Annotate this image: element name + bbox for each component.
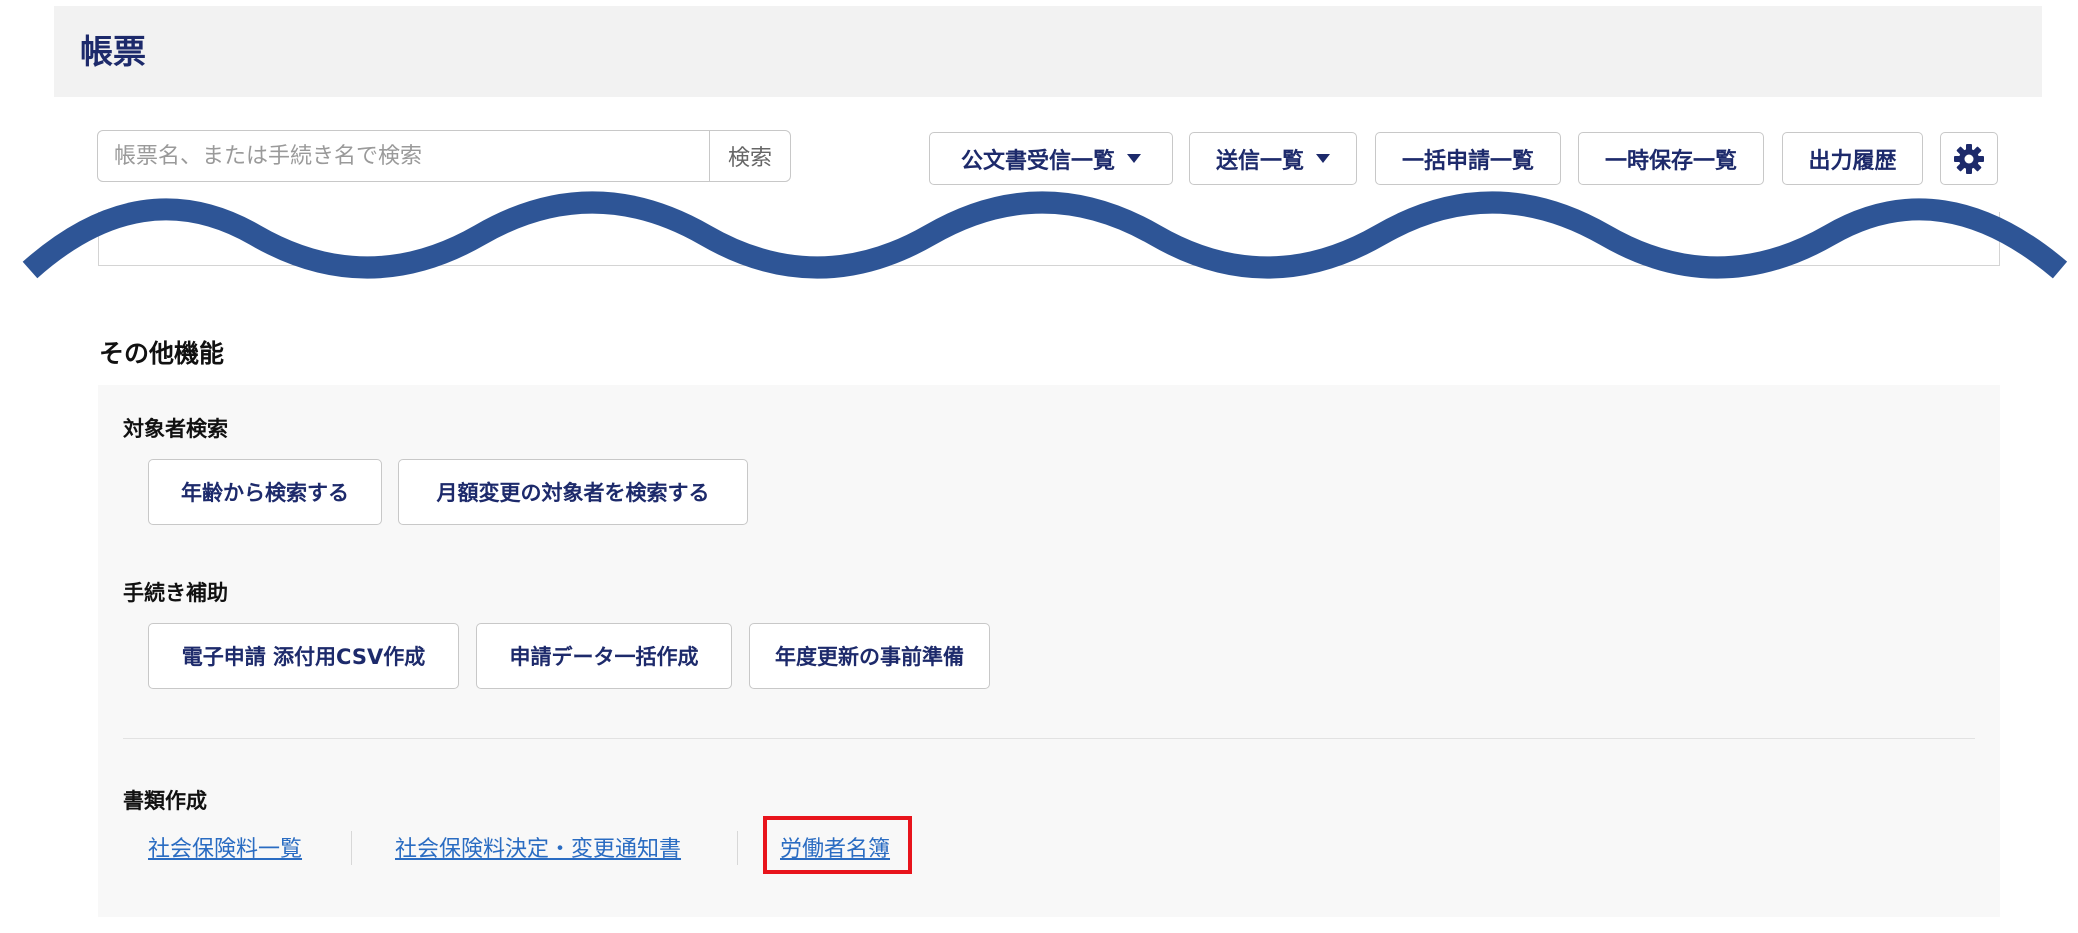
search-bar: 検索 [97,130,791,182]
caret-down-icon [1316,154,1330,163]
target-search-label: 対象者検索 [123,417,228,441]
wave-cut-decoration [22,191,2068,279]
link-separator [737,831,738,865]
output-history-label: 出力履歴 [1808,148,1897,174]
procedure-support-label: 手続き補助 [123,581,228,605]
other-functions-title: その他機能 [99,339,225,368]
section-divider [123,738,1975,739]
page-title: 帳票 [80,32,146,71]
document-creation-label: 書類作成 [123,789,207,813]
search-monthly-change-button[interactable]: 月額変更の対象者を検索する [398,459,748,525]
gear-icon [1954,143,1984,174]
output-history-button[interactable]: 出力履歴 [1782,132,1923,185]
page-header: 帳票 [54,6,2042,97]
sent-list-label: 送信一覧 [1215,148,1304,174]
caret-down-icon [1127,154,1141,163]
bulk-applications-label: 一括申請一覧 [1401,148,1534,174]
bulk-applications-button[interactable]: 一括申請一覧 [1375,132,1561,185]
bulk-application-data-button[interactable]: 申請データ一括作成 [476,623,732,689]
e-application-csv-button[interactable]: 電子申請 添付用CSV作成 [148,623,459,689]
insurance-notice-link[interactable]: 社会保険料決定・変更通知書 [395,831,681,863]
annual-update-prep-button[interactable]: 年度更新の事前準備 [749,623,990,689]
official-docs-dropdown-button[interactable]: 公文書受信一覧 [929,132,1173,185]
social-insurance-list-link[interactable]: 社会保険料一覧 [148,831,302,863]
search-input[interactable] [98,131,709,181]
official-docs-label: 公文書受信一覧 [960,148,1115,174]
link-separator [351,831,352,865]
search-by-age-button[interactable]: 年齢から検索する [148,459,382,525]
settings-button[interactable] [1940,132,1998,185]
temp-saved-label: 一時保存一覧 [1604,148,1737,174]
highlight-box [763,816,912,874]
temp-saved-button[interactable]: 一時保存一覧 [1578,132,1764,185]
other-functions-panel: 対象者検索 年齢から検索する 月額変更の対象者を検索する 手続き補助 電子申請 … [98,385,2000,917]
search-button[interactable]: 検索 [709,131,790,181]
sent-list-dropdown-button[interactable]: 送信一覧 [1189,132,1357,185]
